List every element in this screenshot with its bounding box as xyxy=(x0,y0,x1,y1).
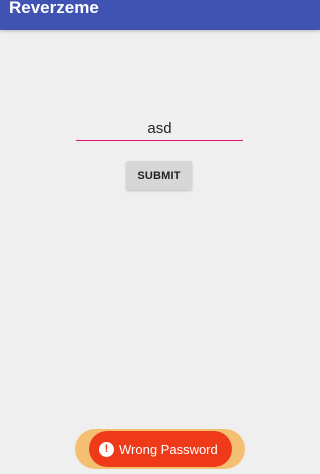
toast-message: Wrong Password xyxy=(119,441,218,457)
app-title: Reverzeme xyxy=(9,0,99,17)
alert-icon: ! xyxy=(99,441,114,457)
password-input[interactable] xyxy=(76,116,243,141)
error-toast: ! Wrong Password xyxy=(89,431,232,467)
submit-button[interactable]: SUBMIT xyxy=(126,161,192,190)
app-bar: Reverzeme xyxy=(0,0,320,30)
